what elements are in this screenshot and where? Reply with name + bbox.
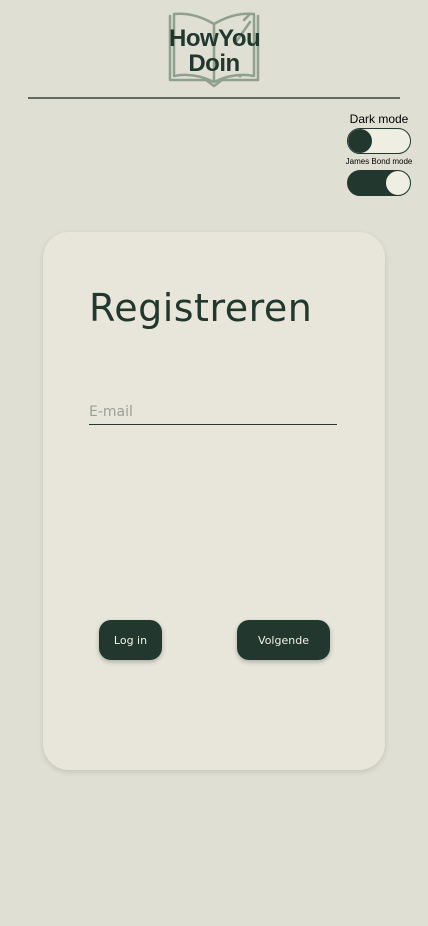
bond-mode-toggle-knob [385,171,410,195]
email-field[interactable] [89,400,337,425]
logo-word-how: How [169,25,219,52]
dark-mode-toggle-knob [348,129,372,153]
dark-mode-toggle[interactable] [347,128,411,154]
next-button[interactable]: Volgende [237,620,330,660]
bond-mode-label: James Bond mode [345,157,413,166]
logo-word-doin: Doin [188,50,240,77]
dark-mode-label: Dark mode [349,112,409,126]
register-card: Registreren Log in Volgende [43,232,385,770]
logo-word-you: You [218,25,261,52]
app-logo: How You Doin [166,12,262,88]
login-button[interactable]: Log in [99,620,162,660]
page-title: Registreren [89,286,313,330]
header-divider [28,97,400,99]
bond-mode-toggle[interactable] [347,170,411,196]
